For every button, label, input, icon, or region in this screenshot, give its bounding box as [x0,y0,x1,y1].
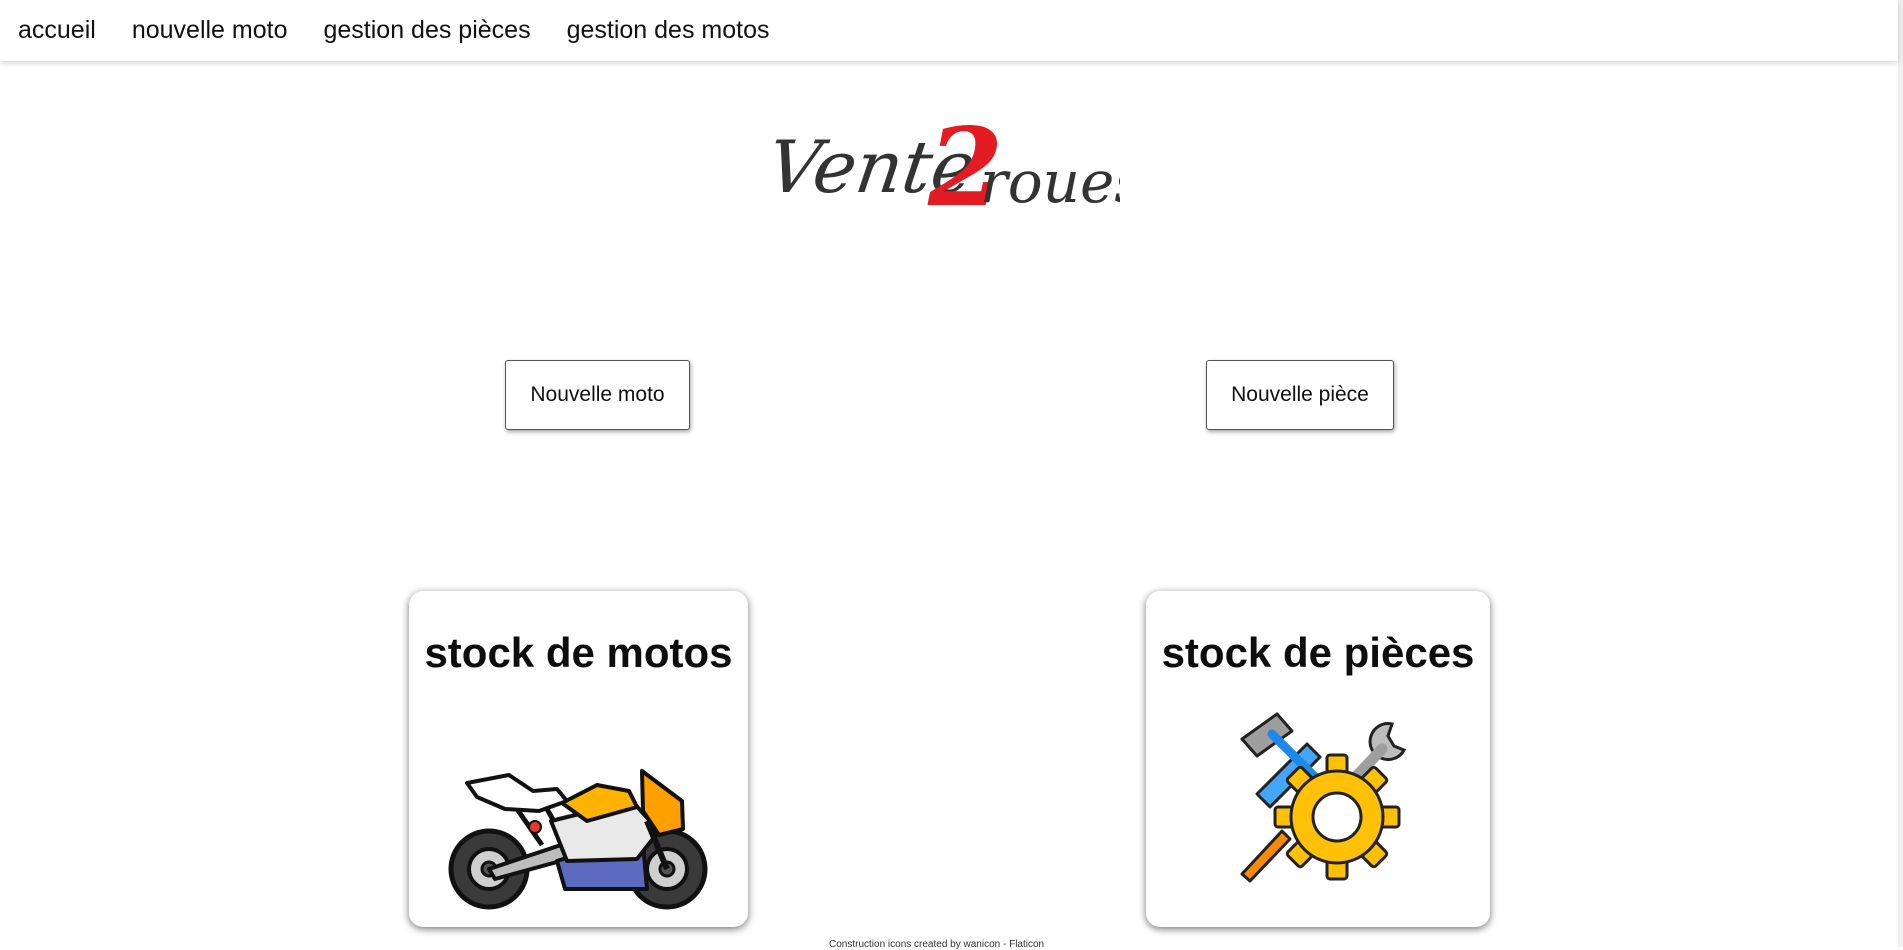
brand-logo: Vente 2 roues [770,105,1120,230]
new-piece-button[interactable]: Nouvelle pièce [1206,360,1394,430]
top-navbar: accueil nouvelle moto gestion des pièces… [0,0,1898,61]
new-moto-button[interactable]: Nouvelle moto [505,360,690,430]
nav-link-gestion-motos[interactable]: gestion des motos [567,16,770,45]
nav-link-accueil[interactable]: accueil [18,16,96,45]
icon-credit[interactable]: Construction icons created by wanicon - … [829,939,1044,950]
tools-gear-icon [1240,712,1407,883]
motorcycle-icon [448,769,708,910]
logo-text-roues: roues [980,148,1120,216]
nav-link-nouvelle-moto[interactable]: nouvelle moto [132,16,288,45]
page-scrollbar[interactable] [1898,0,1903,947]
stock-pieces-title: stock de pièces [1161,629,1475,676]
stock-motos-title: stock de motos [424,629,733,676]
stock-pieces-card[interactable]: stock de pièces [1146,591,1490,927]
stock-motos-card[interactable]: stock de motos [409,591,748,927]
nav-link-gestion-pieces[interactable]: gestion des pièces [323,16,530,45]
